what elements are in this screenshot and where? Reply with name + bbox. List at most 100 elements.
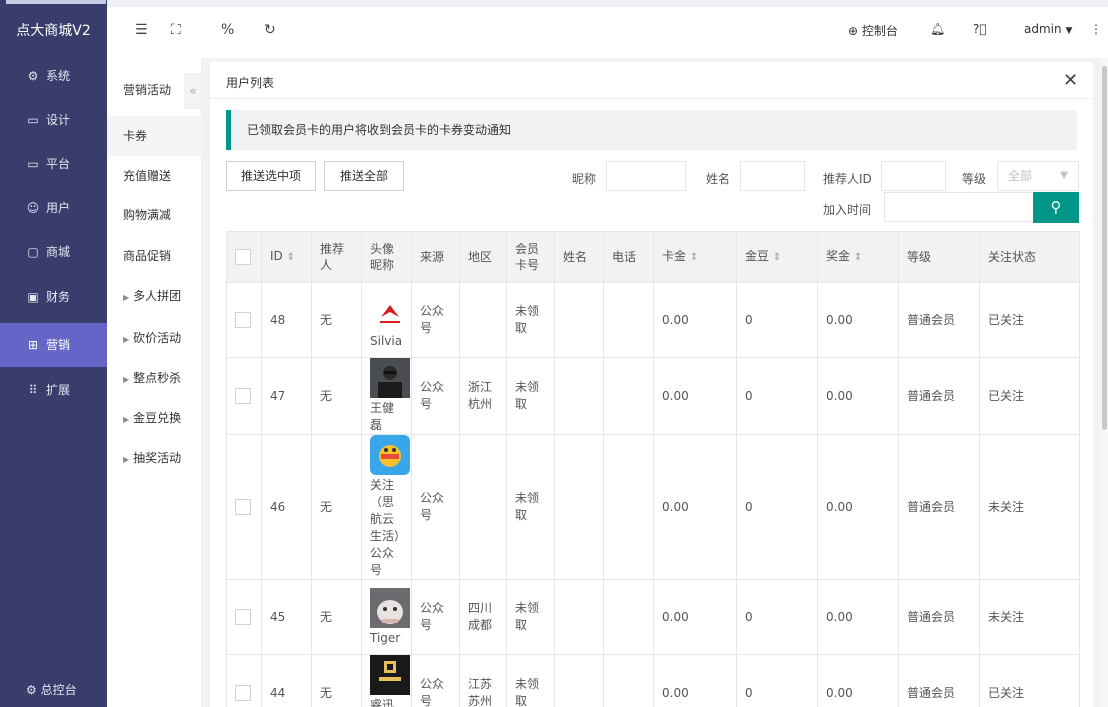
cell-id: 44 (261, 654, 312, 707)
row-checkbox[interactable] (235, 499, 251, 515)
subnav-item-label: 多人拼团 (133, 289, 182, 303)
cell-id: 46 (261, 434, 312, 580)
cell-region (459, 434, 507, 580)
nav-item-4[interactable]: ▢ 商城 (0, 230, 107, 274)
level-label: 等级 (962, 172, 987, 186)
subnav-item-2[interactable]: 购物满减 (107, 195, 202, 235)
search-icon: ⚲ (1050, 198, 1062, 216)
col-level: 等级 (898, 231, 980, 283)
nav-item-label: 平台 (46, 157, 71, 171)
cell-avatar: 王健磊 (361, 357, 412, 435)
cell-avatar: Silvia (361, 282, 412, 358)
sort-icon: ⇕ (286, 252, 295, 263)
console-link[interactable]: ⚙ 总控台 (0, 675, 107, 705)
nav-item-5[interactable]: ▣ 财务 (0, 275, 107, 319)
nav-item-1[interactable]: ▭ 设计 (0, 98, 107, 142)
nav-item-6[interactable]: ⊞ 营销 (0, 323, 107, 367)
table-row[interactable]: 45 无 Tiger 公众号 四川成都 未领取 0.00 0 0.00 普通会员 未关注 (226, 579, 1080, 655)
shop-icon: ▢ (27, 245, 39, 259)
refresh-icon[interactable]: ↻ (264, 22, 276, 38)
level-select[interactable]: 全部 ▼ (997, 161, 1079, 191)
join-time-input[interactable] (884, 192, 1034, 222)
subnav-item-6[interactable]: ▶ 整点秒杀 (107, 358, 202, 398)
bell-icon[interactable]: 🔔︎ (930, 22, 945, 36)
row-checkbox[interactable] (235, 685, 251, 701)
table-row[interactable]: 47 无王健磊 公众号 浙江杭州 未领取 0.00 0 0.00 普通会员 已关注 (226, 357, 1080, 435)
users-icon: ☺ (26, 201, 40, 215)
nav-item-3[interactable]: ☺ 用户 (0, 186, 107, 230)
table-row[interactable]: 44无睿迅互公众号江苏苏州未领取0.0000.00普通会员已关注 (226, 654, 1080, 707)
col-referrer: 推荐人 (311, 231, 362, 283)
cell-card-no: 未领取 (506, 579, 555, 655)
app-logo[interactable]: 点大商城V2 (0, 14, 107, 48)
cell-card-no: 未领取 (506, 434, 555, 580)
cell-level: 普通会员 (898, 654, 980, 707)
nav-item-7[interactable]: ⠿ 扩展 (0, 368, 107, 412)
cell-follow: 已关注 (979, 654, 1080, 707)
fullscreen-icon[interactable]: ⛶ (171, 22, 181, 38)
col-phone: 电话 (603, 231, 654, 283)
scrollbar-thumb[interactable] (1102, 66, 1107, 430)
nickname: 王健磊 (370, 401, 395, 432)
col-card-money[interactable]: 卡金 ⇕ (653, 231, 737, 283)
collapse-button[interactable]: « (184, 73, 202, 109)
col-id[interactable]: ID ⇕ (261, 231, 312, 283)
nickname-input[interactable] (606, 161, 686, 191)
row-checkbox[interactable] (235, 312, 251, 328)
cell-phone (603, 434, 654, 580)
cell-follow: 已关注 (979, 282, 1080, 358)
caret-right-icon: ▶ (123, 455, 130, 464)
row-checkbox[interactable] (235, 609, 251, 625)
select-all-checkbox[interactable] (235, 249, 251, 266)
subnav-item-7[interactable]: ▶ 金豆兑换 (107, 398, 202, 438)
row-select-cell (226, 579, 262, 655)
subnav-item-3[interactable]: 商品促销 (107, 236, 202, 276)
col-avatar: 头像昵称 (361, 231, 412, 283)
cell-bean: 0 (736, 579, 818, 655)
cell-avatar: Tiger (361, 579, 412, 655)
subnav-item-label: 购物满减 (123, 208, 172, 222)
join-time-label: 加入时间 (823, 203, 872, 217)
row-select-cell (226, 434, 262, 580)
more-vertical-icon[interactable]: ⋮ (1090, 22, 1102, 36)
row-checkbox[interactable] (235, 388, 251, 404)
search-button[interactable]: ⚲ (1033, 192, 1079, 223)
nickname: Tiger (370, 630, 401, 645)
cell-source: 公众号 (411, 357, 460, 435)
cell-name (554, 357, 604, 435)
select-all-cell (226, 231, 262, 283)
cell-referrer: 无 (311, 357, 362, 435)
menu-toggle-icon[interactable]: ☰ (135, 22, 148, 38)
cell-card-money: 0.00 (653, 282, 737, 358)
nav-item-0[interactable]: ⚙ 系统 (0, 54, 107, 98)
subnav-item-8[interactable]: ▶ 抽奖活动 (107, 438, 202, 478)
user-menu[interactable]: admin ▼ (1024, 22, 1072, 36)
level-select-value: 全部 (1008, 169, 1033, 183)
name-input[interactable] (740, 161, 805, 191)
subnav-item-1[interactable]: 充值赠送 (107, 156, 202, 196)
col-bonus-label: 奖金 (826, 249, 851, 263)
subnav-item-0[interactable]: 卡券 (107, 116, 202, 156)
cell-phone (603, 357, 654, 435)
cell-bean: 0 (736, 654, 818, 707)
table-row[interactable]: 48 无 Silvia 公众号 未领取 0.00 0 0.00 普通会员 已关注 (226, 282, 1080, 358)
nickname: Silvia (370, 333, 403, 348)
cell-card-money: 0.00 (653, 579, 737, 655)
console-button[interactable]: ⊕ 控制台 (848, 22, 898, 39)
cell-follow: 已关注 (979, 357, 1080, 435)
referrer-id-input[interactable] (881, 161, 946, 191)
push-all-button[interactable]: 推送全部 (324, 161, 404, 191)
table-row[interactable]: 46 无关注（思航云生活）公众号 公众号 未领取 0.00 0 0.00 普通会员 未关注 (226, 434, 1080, 580)
close-icon[interactable]: ✕ (1063, 72, 1078, 90)
row-select-cell (226, 654, 262, 707)
nav-item-2[interactable]: ▭ 平台 (0, 142, 107, 186)
push-selected-button[interactable]: 推送选中项 (226, 161, 316, 191)
subnav-item-4[interactable]: ▶ 多人拼团 (107, 276, 202, 316)
col-bean[interactable]: 金豆 ⇕ (736, 231, 818, 283)
subnav-item-5[interactable]: ▶ 砍价活动 (107, 318, 202, 358)
link-icon[interactable]: % (221, 22, 234, 38)
monitor-icon: ▭ (27, 157, 39, 171)
cell-card-money: 0.00 (653, 434, 737, 580)
help-icon[interactable]: ?⃝ (973, 22, 987, 36)
col-bonus[interactable]: 奖金 ⇕ (817, 231, 899, 283)
